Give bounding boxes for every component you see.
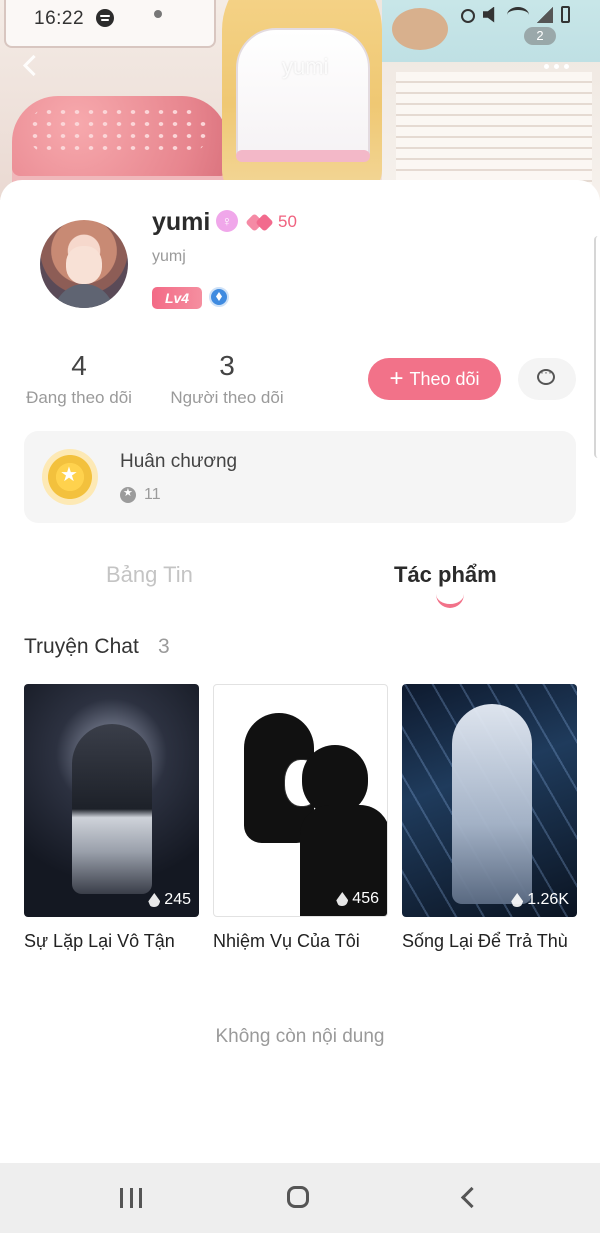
banner-character-shirt xyxy=(236,28,370,162)
chat-icon xyxy=(537,365,555,385)
scroll-indicator[interactable] xyxy=(594,236,600,458)
medal-count-icon xyxy=(120,486,136,503)
profile-name: yumi xyxy=(152,208,211,236)
medal-count: 11 xyxy=(144,486,161,503)
avatar-shirt xyxy=(54,284,114,308)
section-title: Truyện Chat xyxy=(24,635,139,658)
flame-icon xyxy=(148,893,161,907)
following-stat[interactable]: 4 Đang theo dõi xyxy=(24,350,134,408)
more-icon[interactable] xyxy=(544,64,569,69)
story-views-count: 245 xyxy=(164,891,191,908)
active-tab-indicator xyxy=(436,594,464,608)
section-count: 3 xyxy=(158,635,170,658)
story-views-count: 456 xyxy=(352,890,379,907)
medal-icon xyxy=(42,449,98,505)
flame-icon xyxy=(511,893,524,907)
following-count: 4 xyxy=(71,350,87,381)
profile-handle: yumj xyxy=(152,248,186,265)
status-icons xyxy=(461,6,570,23)
follow-button[interactable]: + Theo dõi xyxy=(368,358,501,400)
followers-count: 3 xyxy=(219,350,235,381)
flame-icon xyxy=(336,892,349,906)
story-card[interactable]: 456 Nhiệm Vụ Của Tôi xyxy=(213,684,388,952)
story-views: 1.26K xyxy=(511,891,569,909)
story-card[interactable]: 1.26K Sống Lại Để Trả Thù xyxy=(402,684,577,952)
status-time: 16:22 xyxy=(34,8,85,29)
story-cover[interactable]: 456 xyxy=(213,684,388,917)
signal-icon xyxy=(537,6,553,23)
notification-badge[interactable]: 2 xyxy=(524,27,556,45)
story-views-count: 1.26K xyxy=(527,891,569,908)
story-views: 245 xyxy=(148,891,191,909)
level-badge[interactable]: Lv4 xyxy=(152,287,202,309)
story-title[interactable]: Nhiệm Vụ Của Tôi xyxy=(213,931,388,952)
story-card[interactable]: 245 Sự Lặp Lại Vô Tận xyxy=(24,684,199,952)
alarm-icon xyxy=(461,9,475,23)
medal-title: Huân chương xyxy=(120,451,238,472)
avatar[interactable] xyxy=(40,220,128,308)
story-title[interactable]: Sự Lặp Lại Vô Tận xyxy=(24,931,199,952)
banner-stool-pattern xyxy=(28,106,208,156)
followers-label: Người theo dõi xyxy=(170,388,284,407)
shield-icon[interactable] xyxy=(209,287,229,307)
hearts-icon xyxy=(246,212,274,232)
battery-icon xyxy=(561,6,570,23)
followers-stat[interactable]: 3 Người theo dõi xyxy=(168,350,286,408)
avatar-face xyxy=(66,246,102,284)
message-button[interactable] xyxy=(518,358,576,400)
wifi-icon xyxy=(507,6,529,23)
back-icon[interactable] xyxy=(460,1186,483,1209)
likes-count: 50 xyxy=(278,212,297,231)
banner-character-band xyxy=(236,150,370,162)
system-nav-bar xyxy=(0,1163,600,1233)
notification-dot-icon xyxy=(154,10,162,18)
story-title[interactable]: Sống Lại Để Trả Thù xyxy=(402,931,577,952)
recent-apps-icon[interactable] xyxy=(120,1188,142,1208)
female-gender-icon: ♀ xyxy=(216,210,238,232)
profile-card: yumi ♀ 50 yumj Lv4 4 Đang theo dõi 3 Ngư… xyxy=(0,180,600,1165)
mute-icon xyxy=(483,6,495,23)
cover-figure xyxy=(452,704,532,904)
story-cover[interactable]: 245 xyxy=(24,684,199,917)
end-of-content-text: Không còn nội dung xyxy=(215,1026,385,1047)
cover-figure xyxy=(72,724,152,894)
story-cover[interactable]: 1.26K xyxy=(402,684,577,917)
tab-news[interactable]: Bảng Tin xyxy=(106,562,193,588)
home-icon[interactable] xyxy=(287,1186,309,1208)
tab-works[interactable]: Tác phẩm xyxy=(394,562,497,588)
story-views: 456 xyxy=(336,890,379,908)
plus-icon: + xyxy=(389,365,404,392)
status-bar: 16:22 xyxy=(0,0,600,36)
following-label: Đang theo dõi xyxy=(26,388,132,407)
banner-watermark: yumi xyxy=(282,54,329,79)
follow-button-label: Theo dõi xyxy=(409,368,480,389)
medal-panel[interactable]: Huân chương 11 xyxy=(24,431,576,523)
spotify-icon xyxy=(96,9,114,27)
